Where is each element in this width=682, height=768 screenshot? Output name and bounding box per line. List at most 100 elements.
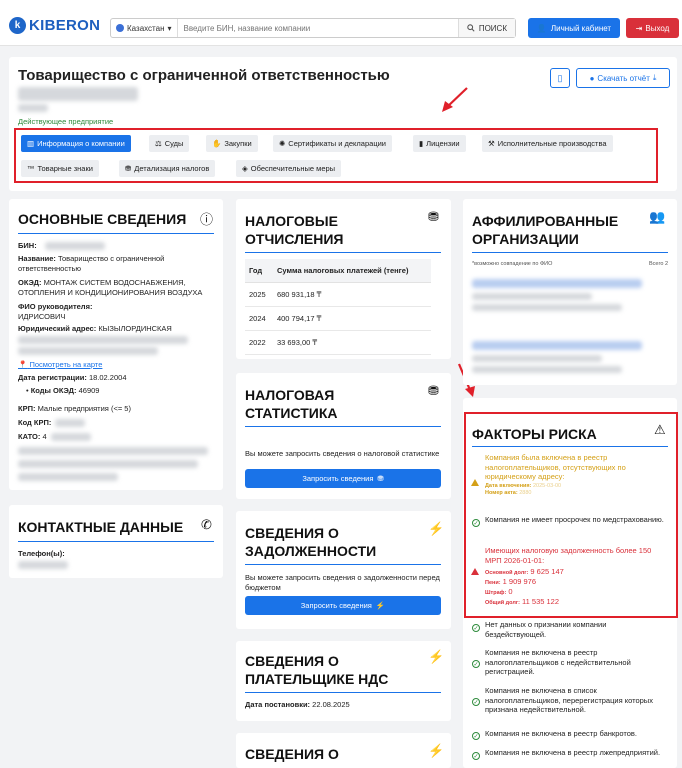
- search-button-label: ПОИСК: [478, 23, 507, 33]
- logo-icon: k: [9, 17, 26, 34]
- affiliates-note: *возможно совпадение по ФИО: [472, 261, 553, 267]
- company-title: Товарищество с ограниченной ответственно…: [18, 67, 390, 84]
- tab-security-measures[interactable]: ◈ Обеспечительные меры: [236, 160, 342, 177]
- debt-card: СВЕДЕНИЯ О ЗАДОЛЖЕННОСТИ ⚡ Вы можете запр…: [236, 511, 451, 629]
- debt-title-line1: СВЕДЕНИЯ О: [245, 525, 339, 541]
- total-debt-label: Общий долг:: [485, 600, 520, 606]
- request-debt-button[interactable]: Запросить сведения ⚡: [245, 596, 441, 615]
- tab-tax-details[interactable]: ⛃ Детализация налогов: [119, 160, 216, 177]
- check-icon: ✓: [472, 698, 480, 706]
- country-label: Казахстан: [127, 23, 165, 33]
- divider: [245, 426, 441, 427]
- year-cell: 2025: [245, 282, 273, 307]
- building-icon: ▥: [27, 139, 35, 148]
- director-label: ФИО руководителя:: [18, 302, 93, 311]
- bookmark-button[interactable]: ▯: [550, 68, 570, 88]
- oked-codes-label: Коды ОКЭД:: [30, 386, 77, 395]
- blurred-affiliate-link[interactable]: [472, 341, 642, 350]
- blurred-text: [18, 447, 208, 455]
- company-card: Товарищество с ограниченной ответственно…: [9, 57, 677, 191]
- name-row: Название: Товарищество с ограниченной от…: [18, 254, 214, 273]
- exit-button[interactable]: ⇥ Выход: [626, 18, 679, 38]
- reg-label: Дата регистрации:: [18, 373, 87, 382]
- check-icon: ✓: [472, 732, 480, 740]
- blurred-affiliate-link[interactable]: [472, 279, 642, 288]
- blurred-bin: [45, 242, 105, 250]
- tab-company-info[interactable]: ▥ Информация о компании: [21, 135, 131, 152]
- globe-icon: [116, 24, 124, 32]
- bin-row: БИН:: [18, 241, 37, 251]
- blurred-phone: [18, 561, 68, 569]
- contacts-card: КОНТАКТНЫЕ ДАННЫЕ ✆ Телефон(ы):: [9, 505, 223, 578]
- penalty-value: 1 909 976: [502, 577, 537, 586]
- download-icon: ⤓: [652, 73, 657, 82]
- debt-title-line2: ЗАДОЛЖЕННОСТИ: [245, 543, 377, 559]
- date-label: Дата включения:: [485, 483, 532, 489]
- reg-value: 18.02.2004: [88, 373, 127, 382]
- table-row: 2024 400 794,17 ₸: [245, 306, 431, 331]
- year-cell: 2024: [245, 306, 273, 331]
- tax-title-line1: НАЛОГОВЫЕ: [245, 213, 338, 229]
- map-link[interactable]: 📍 Посмотреть на карте: [18, 360, 102, 370]
- shield-icon: ◈: [242, 164, 248, 173]
- tab-certificates[interactable]: ✺ Сертификаты и декларации: [273, 135, 392, 152]
- tab-label: Обеспечительные меры: [250, 164, 336, 173]
- sum-cell: 33 693,00 ₸: [272, 330, 431, 355]
- tax-stat-desc: Вы можете запросить сведения о налоговой…: [245, 449, 440, 458]
- request-button-label: Запросить сведения: [302, 474, 374, 483]
- info-card-title: СВЕДЕНИЯ О: [245, 746, 339, 762]
- logo[interactable]: k KIBERON: [9, 17, 100, 34]
- tax-stat-title: НАЛОГОВАЯ СТАТИСТИКА: [245, 386, 338, 422]
- tab-purchases[interactable]: ✋ Закупки: [206, 135, 258, 152]
- tab-enforcement[interactable]: ⚒ Исполнительные производства: [482, 135, 613, 152]
- blurred-text: [472, 366, 622, 373]
- fire-icon: ●: [589, 73, 595, 83]
- tab-trademarks[interactable]: ™ Товарные знаки: [21, 160, 99, 177]
- risk-title: ФАКТОРЫ РИСКА: [472, 426, 597, 442]
- fine-value: 0: [508, 587, 513, 596]
- coins-icon: ⛃: [125, 164, 132, 173]
- check-icon: ✓: [472, 624, 480, 632]
- risk-item-reregistration: Компания не включена в список налогоплат…: [485, 686, 653, 714]
- krp-label: КРП:: [18, 404, 36, 413]
- request-tax-stat-button[interactable]: Запросить сведения ⛃: [245, 469, 441, 488]
- tab-label: Сертификаты и декларации: [288, 139, 386, 148]
- krp-code-label: Код КРП:: [18, 418, 52, 427]
- debt-title: СВЕДЕНИЯ О ЗАДОЛЖЕННОСТИ: [245, 524, 376, 560]
- affiliates-title: АФФИЛИРОВАННЫЕ ОРГАНИЗАЦИИ: [472, 212, 618, 248]
- red-arrow-icon: [442, 87, 468, 112]
- total-debt-row: Общий долг: 11 535 122: [485, 597, 559, 609]
- blurred-text: [472, 304, 622, 311]
- coins-icon: ⛃: [377, 474, 384, 483]
- name-label: Название:: [18, 254, 56, 263]
- tab-courts[interactable]: ⚖ Суды: [149, 135, 190, 152]
- contacts-title: КОНТАКТНЫЕ ДАННЫЕ: [18, 519, 184, 535]
- gavel-icon: ⚒: [488, 139, 495, 148]
- risk-item-inactive: Нет данных о признании компании бездейст…: [485, 620, 607, 639]
- download-report-button[interactable]: ● Скачать отчёт ⤓: [576, 68, 670, 88]
- vat-title: СВЕДЕНИЯ О ПЛАТЕЛЬЩИКЕ НДС: [245, 652, 388, 688]
- status-badge: Действующее предприятие: [18, 117, 114, 126]
- vat-title-line1: СВЕДЕНИЯ О: [245, 653, 339, 669]
- lightning-icon: ⚡: [428, 521, 445, 536]
- blurred-text: [18, 473, 118, 481]
- date-value: 2025-03-00: [532, 483, 562, 489]
- kato-label: КАТО:: [18, 432, 41, 441]
- warning-icon: [471, 568, 479, 575]
- country-select[interactable]: Казахстан ▾: [111, 19, 178, 37]
- tab-label: Закупки: [224, 139, 252, 148]
- phones-label: Телефон(ы):: [18, 549, 65, 558]
- search-input[interactable]: [177, 23, 458, 33]
- tab-licenses[interactable]: ▮ Лицензии: [413, 135, 466, 152]
- handshake-icon: ✋: [212, 139, 222, 148]
- risk-item-fake: Компания не включена в реестр лжепредпри…: [485, 748, 661, 757]
- search-icon: [467, 24, 475, 32]
- search-button[interactable]: ПОИСК: [457, 19, 515, 37]
- top-bar: k KIBERON Казахстан ▾ ПОИСК 👤 Личный каб…: [0, 0, 682, 46]
- risk-item-invalid-registration: Компания не включена в реестр налогоплат…: [485, 648, 631, 676]
- chevron-down-icon: ▾: [167, 23, 172, 33]
- cabinet-button[interactable]: 👤 Личный кабинет: [528, 18, 620, 38]
- divider: [245, 252, 441, 253]
- tabs-highlight: ▥ Информация о компании ⚖ Суды ✋ Закупки ✺ С…: [14, 128, 658, 183]
- divider: [472, 446, 668, 447]
